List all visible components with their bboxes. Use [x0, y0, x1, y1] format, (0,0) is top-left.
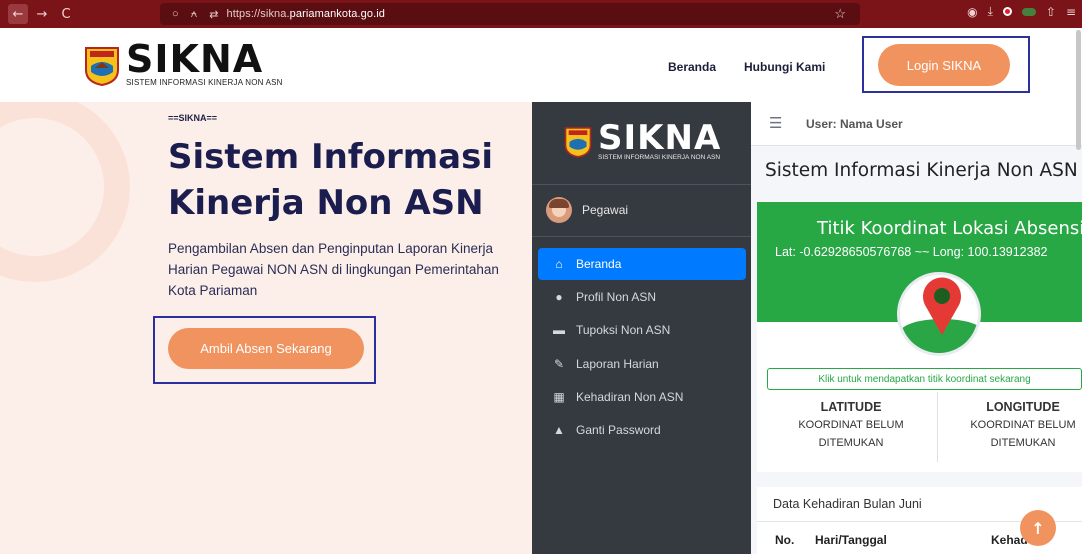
sidebar-user-name: Pegawai: [582, 203, 629, 217]
sidebar-item-beranda[interactable]: ⌂ Beranda: [538, 248, 746, 280]
ambil-absen-button[interactable]: Ambil Absen Sekarang: [168, 328, 364, 369]
latitude-status-line2: DITEMUKAN: [818, 437, 884, 449]
longitude-status-line1: KOORDINAT BELUM: [970, 419, 1076, 431]
topbar-user: User: Nama User: [806, 117, 903, 131]
reload-icon: C: [61, 6, 71, 22]
hero-title: Sistem Informasi Kinerja Non ASN: [168, 134, 528, 226]
scroll-to-top-button[interactable]: ↑: [1020, 510, 1056, 546]
page-scrollbar[interactable]: [1076, 30, 1081, 150]
extension-green-icon[interactable]: [1021, 7, 1036, 16]
sidebar-menu: ⌂ Beranda ● Profil Non ASN ▬ Tupoksi Non…: [538, 248, 746, 447]
coordinate-title: Titik Koordinat Lokasi Absensi: [817, 218, 1082, 239]
get-coordinate-button[interactable]: Klik untuk mendapatkan titik koordinat s…: [767, 368, 1082, 390]
sidebar-item-profil[interactable]: ● Profil Non ASN: [538, 281, 746, 313]
share-icon[interactable]: ⇧: [1046, 5, 1056, 19]
sidebar-item-tupoksi[interactable]: ▬ Tupoksi Non ASN: [538, 314, 746, 346]
arrow-up-icon: ↑: [1031, 518, 1045, 538]
column-no: No.: [775, 533, 795, 547]
sidebar-item-kehadiran[interactable]: ▦ Kehadiran Non ASN: [538, 381, 746, 413]
hero-description: Pengambilan Absen dan Penginputan Lapora…: [168, 241, 499, 298]
nav-hubungi-kami[interactable]: Hubungi Kami: [744, 60, 825, 74]
column-hari-tanggal: Hari/Tanggal: [815, 533, 887, 547]
sidebar-logo-title: SIKNA: [598, 118, 722, 158]
latitude-label: LATITUDE: [820, 400, 882, 414]
longitude-column: LONGITUDE KOORDINAT BELUM DITEMUKAN: [943, 400, 1082, 452]
sidebar-divider: [532, 236, 751, 237]
hero-decor-circle: [0, 102, 130, 282]
download-icon[interactable]: ⤓: [988, 4, 993, 19]
sidebar-logo-subtitle: SISTEM INFORMASI KINERJA NON ASN: [598, 154, 721, 161]
sidebar-logo-emblem-icon: [564, 127, 592, 158]
logo-subtitle: SISTEM INFORMASI KINERJA NON ASN: [126, 78, 283, 87]
logo-title[interactable]: SIKNA: [126, 40, 263, 78]
back-button[interactable]: ←: [8, 4, 28, 24]
calendar-icon: ▦: [553, 389, 565, 404]
coordinate-lat-long: Lat: -0.62928650576768 ~~ Long: 100.1391…: [775, 245, 1048, 259]
briefcase-icon: ▬: [553, 323, 565, 338]
app-topbar: ☰ User: Nama User: [751, 102, 1082, 146]
app-sidebar: SIKNA SISTEM INFORMASI KINERJA NON ASN P…: [532, 102, 751, 554]
hero-title-line1: Sistem Informasi: [168, 137, 493, 177]
app-main: ☰ User: Nama User Sistem Informasi Kiner…: [751, 102, 1082, 554]
sidebar-item-label: Laporan Harian: [576, 356, 659, 371]
lock-icon: ⍲: [190, 7, 198, 20]
lock-icon: ▲: [553, 422, 565, 437]
longitude-label: LONGITUDE: [986, 400, 1060, 414]
sidebar-user-panel[interactable]: Pegawai: [546, 197, 628, 223]
hero-title-line2: Kinerja Non ASN: [168, 183, 484, 223]
sidebar-item-laporan[interactable]: ✎ Laporan Harian: [538, 348, 746, 380]
hamburger-menu-icon[interactable]: ☰: [769, 114, 782, 132]
menu-icon[interactable]: ≡: [1066, 5, 1076, 19]
pocket-icon[interactable]: ◉: [967, 5, 977, 19]
sidebar-item-label: Beranda: [576, 257, 622, 271]
url-text: https://sikna.pariamankota.go.id: [226, 8, 385, 20]
shield-icon: ○: [172, 8, 179, 20]
page-title: Sistem Informasi Kinerja Non ASN: [765, 160, 1078, 181]
coordinate-divider: [937, 392, 938, 462]
url-prefix: https://sikna.: [226, 8, 290, 20]
avatar: [546, 197, 572, 223]
sidebar-item-label: Tupoksi Non ASN: [576, 323, 671, 338]
attendance-title: Data Kehadiran Bulan Juni: [773, 497, 922, 511]
nav-beranda[interactable]: Beranda: [668, 60, 716, 74]
map-pin-shape: [923, 277, 961, 335]
edit-icon: ✎: [553, 356, 565, 371]
forward-button[interactable]: →: [32, 4, 52, 24]
permissions-icon: ⇄: [209, 8, 219, 21]
bookmark-star-icon[interactable]: ☆: [834, 6, 846, 22]
extension-icon[interactable]: [1002, 7, 1012, 16]
sidebar-item-label: Ganti Password: [576, 422, 661, 437]
sidebar-item-label: Profil Non ASN: [576, 290, 657, 305]
longitude-status-line2: DITEMUKAN: [990, 437, 1056, 449]
forward-arrow-icon: →: [36, 6, 48, 22]
latitude-column: LATITUDE KOORDINAT BELUM DITEMUKAN: [771, 400, 931, 452]
coordinate-card: Titik Koordinat Lokasi Absensi Lat: -0.6…: [757, 202, 1082, 472]
user-icon: ●: [555, 290, 563, 305]
login-button[interactable]: Login SIKNA: [878, 44, 1010, 86]
address-bar[interactable]: ○ ⍲ ⇄ https://sikna.pariamankota.go.id ☆: [160, 3, 860, 25]
location-pin-icon: [897, 272, 981, 356]
browser-toolbar: ← → C ○ ⍲ ⇄ https://sikna.pariamankota.g…: [0, 0, 1082, 28]
hero-tag: ==SIKNA==: [168, 113, 218, 123]
sidebar-item-label: Kehadiran Non ASN: [576, 389, 684, 404]
reload-button[interactable]: C: [56, 4, 76, 24]
browser-tools: ◉ ⤓ ⇧ ≡: [967, 4, 1076, 19]
home-icon: ⌂: [555, 257, 563, 271]
logo-emblem-icon: [85, 47, 119, 86]
url-domain: pariamankota.go.id: [289, 8, 385, 20]
latitude-status-line1: KOORDINAT BELUM: [798, 419, 904, 431]
back-arrow-icon: ←: [12, 6, 24, 22]
sidebar-item-ganti-password[interactable]: ▲ Ganti Password: [538, 414, 746, 446]
sidebar-divider: [532, 184, 751, 185]
